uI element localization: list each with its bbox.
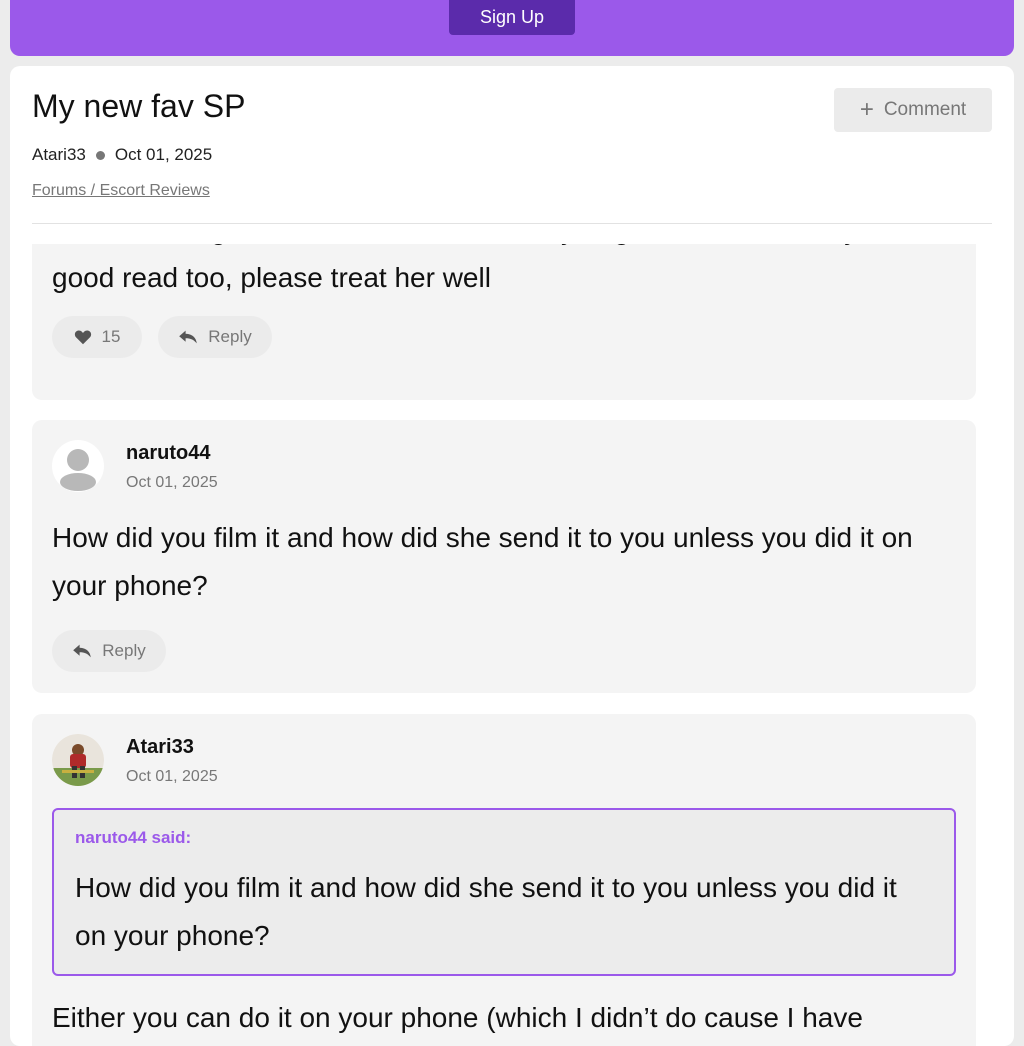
comment-card: naruto44 Oct 01, 2025 How did you film i…: [32, 420, 976, 693]
comment-text: good read too, please treat her well: [52, 262, 491, 293]
comment-date: Oct 01, 2025: [126, 768, 218, 785]
thread-card: My new fav SP Atari33 Oct 01, 2025 Forum…: [10, 66, 1014, 1046]
comments-list[interactable]: have to indulge to see :D Her ebook that…: [10, 244, 1014, 1046]
thread-date: Oct 01, 2025: [114, 145, 213, 164]
like-button[interactable]: 15: [52, 316, 142, 358]
comment-card: have to indulge to see :D Her ebook that…: [32, 244, 976, 400]
breadcrumb[interactable]: Forums / Escort Reviews: [32, 182, 210, 200]
like-count: 15: [101, 327, 121, 346]
avatar[interactable]: [52, 440, 104, 492]
reply-arrow-icon: [179, 330, 198, 344]
quote-author[interactable]: naruto44 said:: [75, 828, 191, 848]
user-photo-avatar: [52, 734, 104, 786]
comment-button-label: Comment: [883, 99, 967, 120]
comment-card: Atari33 Oct 01, 2025 naruto44 said: How …: [32, 714, 976, 1046]
plus-icon: +: [859, 96, 874, 123]
quote-text: How did you film it and how did she send…: [75, 872, 897, 951]
thread-meta: Atari33 Oct 01, 2025: [32, 145, 212, 165]
comment-date: Oct 01, 2025: [126, 474, 218, 491]
reply-arrow-icon: [73, 644, 92, 658]
page-title: My new fav SP: [32, 88, 246, 124]
comment-text: How did you film it and how did she send…: [52, 522, 913, 601]
reply-label: Reply: [208, 327, 252, 346]
default-avatar-icon: [60, 449, 96, 491]
heart-icon: [74, 330, 91, 345]
quote-block: naruto44 said: How did you film it and h…: [52, 808, 956, 976]
comment-button[interactable]: + Comment: [834, 88, 992, 132]
signup-button[interactable]: Sign Up: [449, 0, 575, 35]
meta-separator-dot: [95, 150, 105, 160]
reply-label: Reply: [102, 641, 146, 660]
comment-username[interactable]: naruto44: [126, 442, 210, 465]
comment-text: Either you can do it on your phone (whic…: [52, 1002, 863, 1033]
reply-button[interactable]: Reply: [52, 630, 166, 672]
comment-username[interactable]: Atari33: [126, 736, 194, 759]
thread-author[interactable]: Atari33: [32, 145, 86, 165]
reply-button[interactable]: Reply: [158, 316, 272, 358]
avatar[interactable]: [52, 734, 104, 786]
comment-text-partial: have to indulge to see :D Her ebook that…: [52, 244, 952, 254]
divider: [32, 223, 992, 224]
